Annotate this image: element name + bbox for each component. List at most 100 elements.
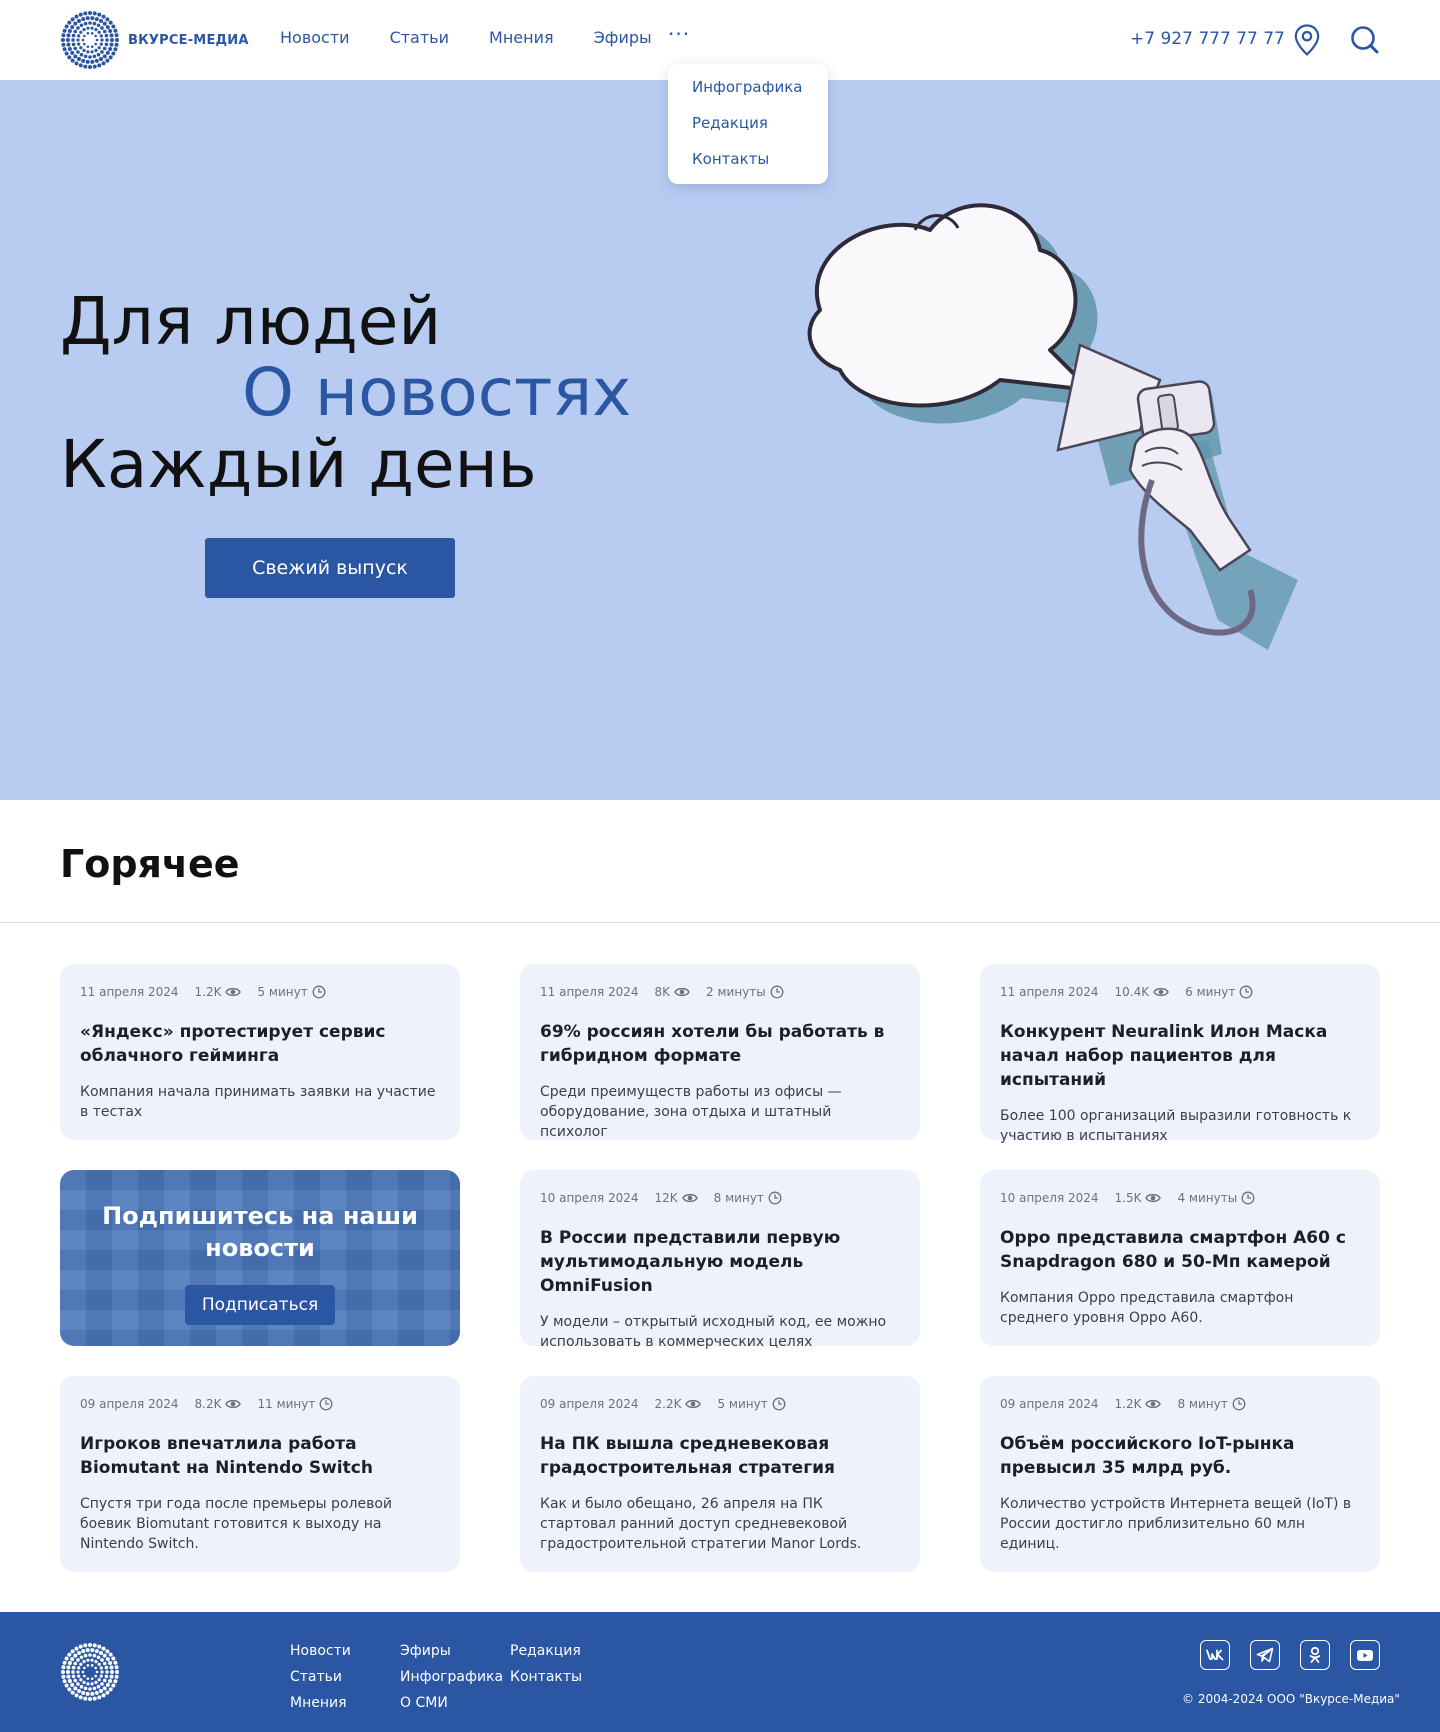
news-card[interactable]: 11 апреля 2024 10.4K 6 минут Конкурент Neur… bbox=[980, 964, 1380, 1144]
logo-dots-icon bbox=[61, 11, 119, 69]
news-card-meta: 10 апреля 2024 1.5K 4 минуты bbox=[1000, 1190, 1360, 1206]
news-card-read-time-value: 4 минуты bbox=[1177, 1191, 1238, 1205]
nav-more-dropdown: Инфографика Редакция Контакты bbox=[668, 64, 828, 184]
news-card-meta: 11 апреля 2024 1.2K 5 минут bbox=[80, 984, 440, 1000]
site-footer: Новости Статьи Мнения Эфиры Инфографика … bbox=[0, 1612, 1440, 1732]
nav-more-button[interactable]: ··· bbox=[668, 22, 690, 46]
news-card-read-time-value: 5 минут bbox=[717, 1397, 768, 1411]
news-card-date: 11 апреля 2024 bbox=[540, 985, 639, 999]
news-card-title[interactable]: Oppo представила смартфон A60 с Snapdrag… bbox=[1000, 1226, 1360, 1274]
news-card-title[interactable]: Игроков впечатлила работа Biomutant на N… bbox=[80, 1432, 440, 1480]
news-card-views-count: 1.2K bbox=[194, 985, 222, 999]
hero-section: Для людей О новостях Каждый день Свежий … bbox=[0, 80, 1440, 800]
news-card[interactable]: 09 апреля 2024 8.2K 11 минут Игроков впечат… bbox=[60, 1376, 460, 1572]
nav-item-opinions[interactable]: Мнения bbox=[489, 28, 554, 47]
news-card-date: 09 апреля 2024 bbox=[80, 1397, 179, 1411]
news-card-meta: 11 апреля 2024 10.4K 6 минут bbox=[1000, 984, 1360, 1000]
hero-line-1: Для людей bbox=[60, 283, 442, 360]
news-card-title[interactable]: «Яндекс» протестирует сервис облачного г… bbox=[80, 1020, 440, 1068]
footer-col-1: Новости Статьи Мнения bbox=[290, 1642, 351, 1720]
nav-item-broadcasts[interactable]: Эфиры bbox=[594, 28, 652, 47]
news-card-read-time-value: 5 минут bbox=[257, 985, 308, 999]
news-card-description: Как и было обещано, 26 апреля на ПК стар… bbox=[540, 1496, 862, 1552]
phone-link[interactable]: +7 927 777 77 77 bbox=[1130, 29, 1285, 49]
news-card-date: 11 апреля 2024 bbox=[1000, 985, 1099, 999]
news-card-description: Более 100 организаций выразили готовност… bbox=[1000, 1108, 1352, 1144]
news-card-title[interactable]: Конкурент Neuralink Илон Маска начал наб… bbox=[1000, 1020, 1360, 1092]
news-card-title[interactable]: Объём российского IoT-рынка превысил 35 … bbox=[1000, 1432, 1360, 1480]
news-card[interactable]: 09 апреля 2024 2.2K 5 минут На ПК вышла сре… bbox=[520, 1376, 920, 1572]
news-card-views: 10.4K bbox=[1115, 985, 1170, 999]
nav-item-news[interactable]: Новости bbox=[280, 28, 350, 47]
youtube-icon[interactable] bbox=[1350, 1640, 1380, 1670]
footer-link-opinions[interactable]: Мнения bbox=[290, 1694, 351, 1720]
section-title-hot: Горячее bbox=[60, 842, 240, 886]
dropdown-item-editorial[interactable]: Редакция bbox=[692, 114, 828, 150]
views-icon bbox=[681, 1193, 698, 1203]
dropdown-item-contacts[interactable]: Контакты bbox=[692, 150, 828, 186]
news-card-meta: 09 апреля 2024 8.2K 11 минут bbox=[80, 1396, 440, 1412]
news-card-views-count: 8.2K bbox=[194, 1397, 222, 1411]
views-icon bbox=[685, 1399, 702, 1409]
news-card-description: Компания Oppo представила смартфон средн… bbox=[1000, 1290, 1294, 1326]
nav-item-articles[interactable]: Статьи bbox=[390, 28, 449, 47]
footer-link-editorial[interactable]: Редакция bbox=[510, 1642, 582, 1668]
news-card-date: 09 апреля 2024 bbox=[540, 1397, 639, 1411]
footer-link-infographics[interactable]: Инфографика bbox=[400, 1668, 503, 1694]
news-card[interactable]: 11 апреля 2024 8K 2 минуты 69% россиян хоте… bbox=[520, 964, 920, 1140]
footer-link-about[interactable]: О СМИ bbox=[400, 1694, 503, 1720]
news-card-description: У модели – открытый исходный код, ее мож… bbox=[540, 1314, 887, 1350]
news-card-read-time-value: 2 минуты bbox=[706, 985, 766, 999]
news-card-views-count: 8K bbox=[654, 985, 671, 999]
news-card-read-time: 2 минуты bbox=[706, 985, 784, 999]
news-card[interactable]: 10 апреля 2024 1.5K 4 минуты Oppo представи… bbox=[980, 1170, 1380, 1346]
clock-icon bbox=[1241, 1191, 1255, 1205]
news-card-description: Количество устройств Интернета вещей (Io… bbox=[1000, 1496, 1352, 1552]
footer-link-contacts[interactable]: Контакты bbox=[510, 1668, 582, 1694]
news-card-views-count: 10.4K bbox=[1114, 985, 1150, 999]
news-card-views: 2.2K bbox=[655, 1397, 702, 1411]
views-icon bbox=[225, 1399, 242, 1409]
news-card[interactable]: 09 апреля 2024 1.2K 8 минут Объём российско… bbox=[980, 1376, 1380, 1572]
clock-icon bbox=[772, 1397, 786, 1411]
dropdown-item-infographics[interactable]: Инфографика bbox=[692, 78, 828, 114]
footer-link-articles[interactable]: Статьи bbox=[290, 1668, 351, 1694]
views-icon bbox=[1145, 1193, 1162, 1203]
copyright: © 2004-2024 ООО "Вкурсе-Медиа" bbox=[1182, 1692, 1400, 1706]
subscribe-promo-title: Подпишитесь на наши новости bbox=[102, 1202, 418, 1262]
news-card-meta: 09 апреля 2024 2.2K 5 минут bbox=[540, 1396, 900, 1412]
news-card-read-time-value: 11 минут bbox=[257, 1397, 316, 1411]
footer-col-3: Редакция Контакты bbox=[510, 1642, 582, 1694]
news-card-description: Среди преимуществ работы из офисы — обор… bbox=[540, 1084, 842, 1140]
news-card-title[interactable]: В России представили первую мультимодаль… bbox=[540, 1226, 900, 1298]
news-card[interactable]: 11 апреля 2024 1.2K 5 минут «Яндекс» протес… bbox=[60, 964, 460, 1140]
subscribe-button[interactable]: Подписаться bbox=[185, 1285, 335, 1325]
news-card-title[interactable]: 69% россиян хотели бы работать в гибридн… bbox=[540, 1020, 900, 1068]
news-card-read-time-value: 6 минут bbox=[1185, 985, 1236, 999]
telegram-icon[interactable] bbox=[1250, 1640, 1280, 1670]
news-card-views-count: 2.2K bbox=[654, 1397, 682, 1411]
news-card-views: 1.2K bbox=[195, 985, 242, 999]
footer-link-news[interactable]: Новости bbox=[290, 1642, 351, 1668]
odnoklassniki-icon[interactable] bbox=[1300, 1640, 1330, 1670]
map-pin-icon[interactable] bbox=[1294, 24, 1320, 56]
news-card-views: 12K bbox=[655, 1191, 698, 1205]
search-icon[interactable] bbox=[1350, 25, 1380, 55]
footer-logo-icon[interactable] bbox=[60, 1642, 120, 1702]
news-card-meta: 10 апреля 2024 12K 8 минут bbox=[540, 1190, 900, 1206]
news-card-date: 10 апреля 2024 bbox=[1000, 1191, 1099, 1205]
site-logo[interactable]: ВКУРСЕ-МЕДИА bbox=[60, 10, 249, 70]
views-icon bbox=[1153, 987, 1169, 997]
news-card[interactable]: 10 апреля 2024 12K 8 минут В России предста… bbox=[520, 1170, 920, 1350]
hero-line-3: Каждый день bbox=[60, 426, 537, 503]
megaphone-speech-bubble-illustration bbox=[807, 203, 1298, 650]
news-card-title[interactable]: На ПК вышла средневековая градостроитель… bbox=[540, 1432, 900, 1480]
news-card-views-count: 12K bbox=[654, 1191, 678, 1205]
footer-link-broadcasts[interactable]: Эфиры bbox=[400, 1642, 503, 1668]
clock-icon bbox=[1239, 985, 1253, 999]
news-card-date: 11 апреля 2024 bbox=[80, 985, 179, 999]
latest-issue-button[interactable]: Свежий выпуск bbox=[205, 538, 455, 598]
subscribe-promo-card: Подпишитесь на наши новости Подписаться bbox=[60, 1170, 460, 1346]
news-card-views-count: 1.5K bbox=[1114, 1191, 1142, 1205]
vk-icon[interactable] bbox=[1200, 1640, 1230, 1670]
